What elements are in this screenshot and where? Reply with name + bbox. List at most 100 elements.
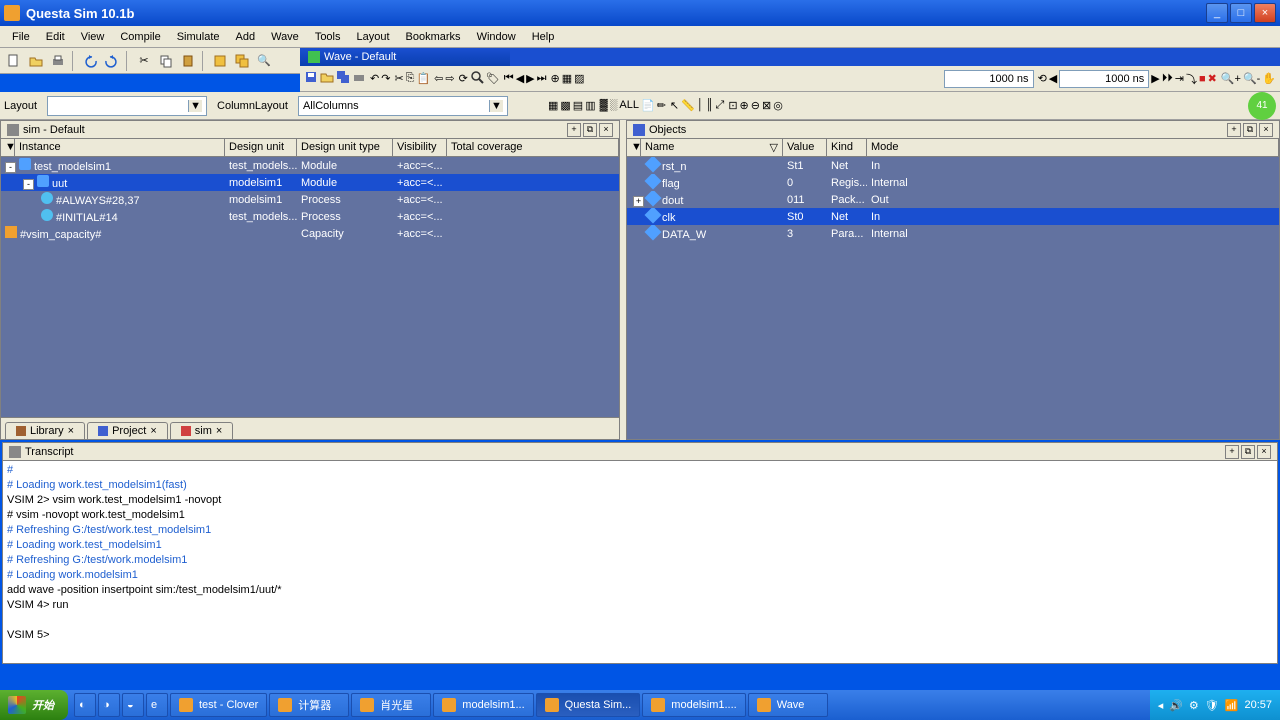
- quick-launch-2[interactable]: ◑: [98, 693, 120, 717]
- tool-g-icon[interactable]: ALL: [619, 99, 639, 112]
- tray-icon[interactable]: 📶: [1225, 699, 1239, 712]
- menu-bookmarks[interactable]: Bookmarks: [398, 29, 469, 45]
- sort-icon[interactable]: ▼: [1, 139, 15, 156]
- col-kind[interactable]: Kind: [827, 139, 867, 156]
- tree-row[interactable]: #ALWAYS#28,37modelsim1Process+acc=<...: [1, 191, 619, 208]
- quick-launch-3[interactable]: ◒: [122, 693, 144, 717]
- panel-add-button[interactable]: +: [567, 123, 581, 137]
- taskbar-item[interactable]: 肖光星: [351, 693, 431, 717]
- insert-icon[interactable]: ⊕: [551, 72, 560, 85]
- tree-row[interactable]: DATA_W3Para...Internal: [627, 225, 1279, 242]
- new-icon[interactable]: [4, 51, 24, 71]
- system-tray[interactable]: ◂ 🔊 ⚙ 🛡 📶 20:57: [1150, 690, 1280, 720]
- tool-f-icon[interactable]: ░: [610, 99, 618, 112]
- step-icon[interactable]: ⇥: [1175, 72, 1184, 85]
- sort-icon[interactable]: ▼: [627, 139, 641, 156]
- time-input-top[interactable]: [944, 70, 1034, 88]
- col-mode[interactable]: Mode: [867, 139, 1279, 156]
- tree-row[interactable]: #vsim_capacity#Capacity+acc=<...: [1, 225, 619, 242]
- cursor-fwd-icon[interactable]: ⏭: [537, 72, 547, 85]
- menu-edit[interactable]: Edit: [38, 29, 73, 45]
- tree-row[interactable]: flag0Regis...Internal: [627, 174, 1279, 191]
- zoom-in2-icon[interactable]: ⊕: [740, 99, 749, 112]
- col-design-unit-type[interactable]: Design unit type: [297, 139, 393, 156]
- tool-a-icon[interactable]: ▦: [548, 99, 558, 112]
- save-all-icon[interactable]: [336, 70, 350, 87]
- tray-icon[interactable]: ◂: [1158, 699, 1164, 712]
- tool-b-icon[interactable]: ▩: [560, 99, 570, 112]
- tree-row[interactable]: #INITIAL#14test_models...Process+acc=<..…: [1, 208, 619, 225]
- taskbar-item[interactable]: test - Clover: [170, 693, 267, 717]
- menu-compile[interactable]: Compile: [112, 29, 168, 45]
- paste-icon[interactable]: 📋: [416, 72, 430, 85]
- taskbar-item[interactable]: modelsim1....: [642, 693, 745, 717]
- zoom-full-icon[interactable]: ⊡: [728, 99, 737, 112]
- panel-close-button[interactable]: ×: [599, 123, 613, 137]
- tool2-icon[interactable]: ▨: [574, 72, 584, 85]
- start-button[interactable]: 开始: [0, 690, 68, 720]
- panel-undock-button[interactable]: ⧉: [1241, 445, 1255, 459]
- open-icon[interactable]: [320, 70, 334, 87]
- menu-window[interactable]: Window: [469, 29, 524, 45]
- maximize-button[interactable]: □: [1230, 3, 1252, 23]
- run-length-input[interactable]: [1059, 70, 1149, 88]
- panel-close-button[interactable]: ×: [1257, 445, 1271, 459]
- print-icon[interactable]: [352, 70, 366, 87]
- panel-close-button[interactable]: ×: [1259, 123, 1273, 137]
- taskbar-item[interactable]: 计算器: [269, 693, 349, 717]
- tool-d-icon[interactable]: ▥: [585, 99, 595, 112]
- tree-row[interactable]: +dout011Pack...Out: [627, 191, 1279, 208]
- tab-library[interactable]: Library×: [5, 422, 85, 439]
- compile-all-icon[interactable]: [232, 51, 252, 71]
- taskbar-item[interactable]: Wave: [748, 693, 828, 717]
- menu-tools[interactable]: Tools: [307, 29, 349, 45]
- bookmark-icon[interactable]: 🏷: [486, 72, 500, 85]
- tab-project[interactable]: Project×: [87, 422, 168, 439]
- step-over-icon[interactable]: ⤵: [1186, 71, 1197, 87]
- measure-icon[interactable]: 📏: [681, 99, 695, 112]
- taskbar-item[interactable]: modelsim1...: [433, 693, 533, 717]
- menu-help[interactable]: Help: [524, 29, 563, 45]
- close-button[interactable]: ×: [1254, 3, 1276, 23]
- quick-launch-1[interactable]: ◐: [74, 693, 96, 717]
- menu-view[interactable]: View: [73, 29, 113, 45]
- panel-undock-button[interactable]: ⧉: [1243, 123, 1257, 137]
- minimize-button[interactable]: _: [1206, 3, 1228, 23]
- cursor-back-icon[interactable]: ⏮: [504, 72, 514, 85]
- objects-tree[interactable]: rst_nSt1NetInflag0Regis...Internal+dout0…: [627, 157, 1279, 439]
- tree-row[interactable]: -uutmodelsim1Module+acc=<...: [1, 174, 619, 191]
- tray-icon[interactable]: 🛡: [1205, 699, 1219, 712]
- menu-add[interactable]: Add: [228, 29, 264, 45]
- undo-icon[interactable]: ↶: [370, 72, 379, 85]
- compile-icon[interactable]: [210, 51, 230, 71]
- arrow-right-icon[interactable]: ⇨: [445, 72, 454, 85]
- zoom-sel-icon[interactable]: ⊠: [762, 99, 771, 112]
- cursor-prev-icon[interactable]: ◀: [516, 72, 524, 85]
- hand-icon[interactable]: ✋: [1262, 72, 1276, 85]
- menu-simulate[interactable]: Simulate: [169, 29, 228, 45]
- transcript-body[interactable]: ## Loading work.test_modelsim1(fast)VSIM…: [3, 461, 1277, 663]
- quick-launch-4[interactable]: e: [146, 693, 168, 717]
- stop-icon[interactable]: ✖: [1208, 72, 1217, 85]
- run-all-icon[interactable]: ⏵⏵: [1162, 72, 1173, 85]
- redo-icon[interactable]: [102, 51, 122, 71]
- tree-row[interactable]: rst_nSt1NetIn: [627, 157, 1279, 174]
- tool-i-icon[interactable]: ✏: [657, 99, 666, 112]
- col-name[interactable]: Name ▽: [641, 139, 783, 156]
- search-icon[interactable]: 🔍: [254, 51, 274, 71]
- find-icon[interactable]: [470, 70, 484, 87]
- zoom-out-icon[interactable]: 🔍-: [1243, 72, 1260, 85]
- run-back-icon[interactable]: ◀: [1049, 72, 1057, 85]
- col-instance[interactable]: Instance: [15, 139, 225, 156]
- undo-icon[interactable]: [80, 51, 100, 71]
- tray-icon[interactable]: ⚙: [1189, 699, 1199, 712]
- menu-wave[interactable]: Wave: [263, 29, 307, 45]
- tool1-icon[interactable]: ▦: [562, 72, 572, 85]
- col-value[interactable]: Value: [783, 139, 827, 156]
- tool-h-icon[interactable]: 📄: [641, 99, 655, 112]
- column-layout-combo[interactable]: AllColumns ▼: [298, 96, 508, 116]
- run-icon[interactable]: ▶: [1151, 72, 1159, 85]
- tray-icon[interactable]: 🔊: [1169, 699, 1183, 712]
- wave-tab[interactable]: Wave - Default: [300, 48, 510, 66]
- break-icon[interactable]: ■: [1199, 73, 1206, 85]
